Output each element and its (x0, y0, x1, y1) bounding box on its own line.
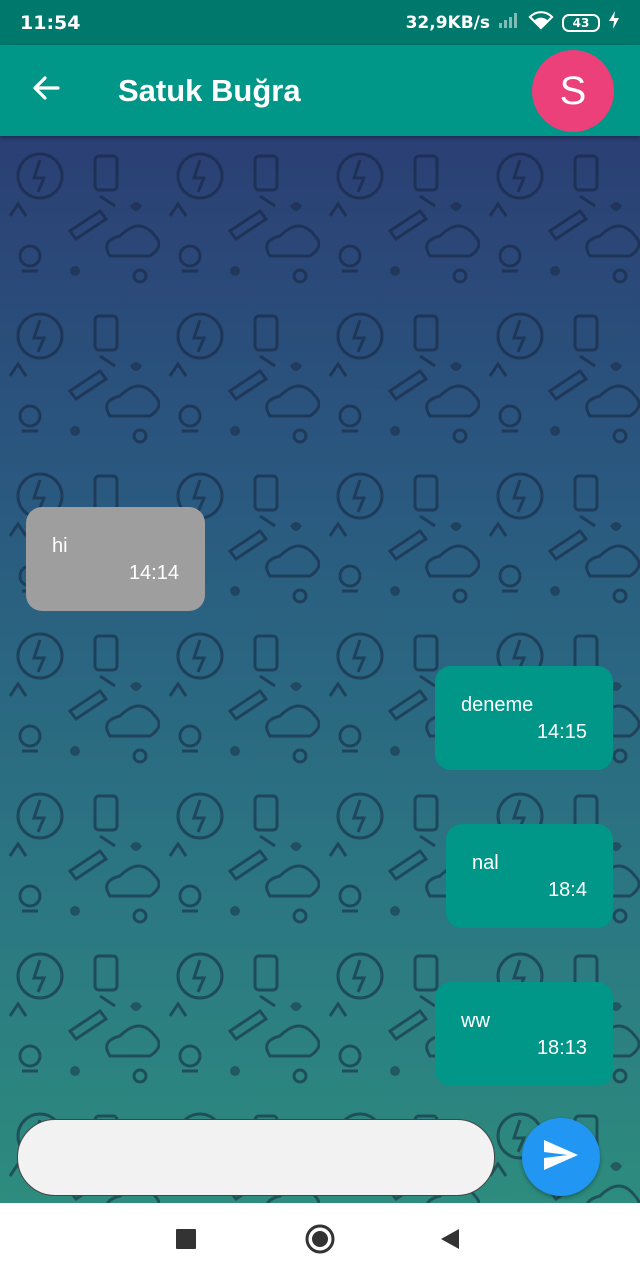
home-circle-icon (304, 1223, 336, 1260)
message-time: 18:4 (548, 879, 587, 901)
wifi-icon (528, 10, 554, 35)
message-time: 14:15 (536, 721, 587, 743)
message-text: nal (472, 852, 499, 874)
message-text: ww (461, 1010, 490, 1032)
back-triangle-icon (439, 1227, 461, 1256)
status-right-group: 32,9KB/s 43 (406, 10, 620, 35)
system-nav-bar (0, 1203, 640, 1280)
home-button[interactable] (280, 1203, 360, 1280)
network-speed: 32,9KB/s (405, 12, 490, 33)
status-time: 11:54 (20, 11, 81, 34)
message-input[interactable] (17, 1119, 495, 1196)
chat-area[interactable]: hi 14:14 deneme 14:15 nal 18:4 ww 18:13 (0, 136, 640, 1203)
arrow-left-icon (31, 73, 61, 108)
signal-icon (498, 11, 520, 34)
back-button[interactable] (0, 45, 92, 136)
message-time: 18:13 (536, 1037, 587, 1059)
message-bubble-outgoing[interactable]: ww 18:13 (435, 982, 613, 1086)
message-text: deneme (461, 694, 534, 716)
message-composer (0, 1108, 640, 1203)
recents-button[interactable] (146, 1203, 226, 1280)
send-icon (542, 1138, 580, 1177)
message-bubble-incoming[interactable]: hi 14:14 (26, 507, 205, 611)
battery-icon: 43 (562, 13, 600, 32)
avatar-letter: S (559, 68, 587, 113)
battery-level: 43 (572, 15, 590, 30)
send-button[interactable] (522, 1118, 600, 1196)
avatar[interactable]: S (532, 50, 614, 132)
charging-icon (608, 10, 620, 35)
status-bar: 11:54 32,9KB/s 43 (0, 0, 640, 45)
message-bubble-outgoing[interactable]: nal 18:4 (446, 824, 613, 928)
app-bar: Satuk Buğra S (0, 45, 640, 136)
back-nav-button[interactable] (410, 1203, 490, 1280)
message-bubble-outgoing[interactable]: deneme 14:15 (435, 666, 613, 770)
message-text: hi (52, 535, 68, 557)
message-time: 14:14 (128, 562, 179, 584)
chat-title: Satuk Buğra (118, 72, 301, 108)
recents-square-icon (176, 1229, 196, 1254)
